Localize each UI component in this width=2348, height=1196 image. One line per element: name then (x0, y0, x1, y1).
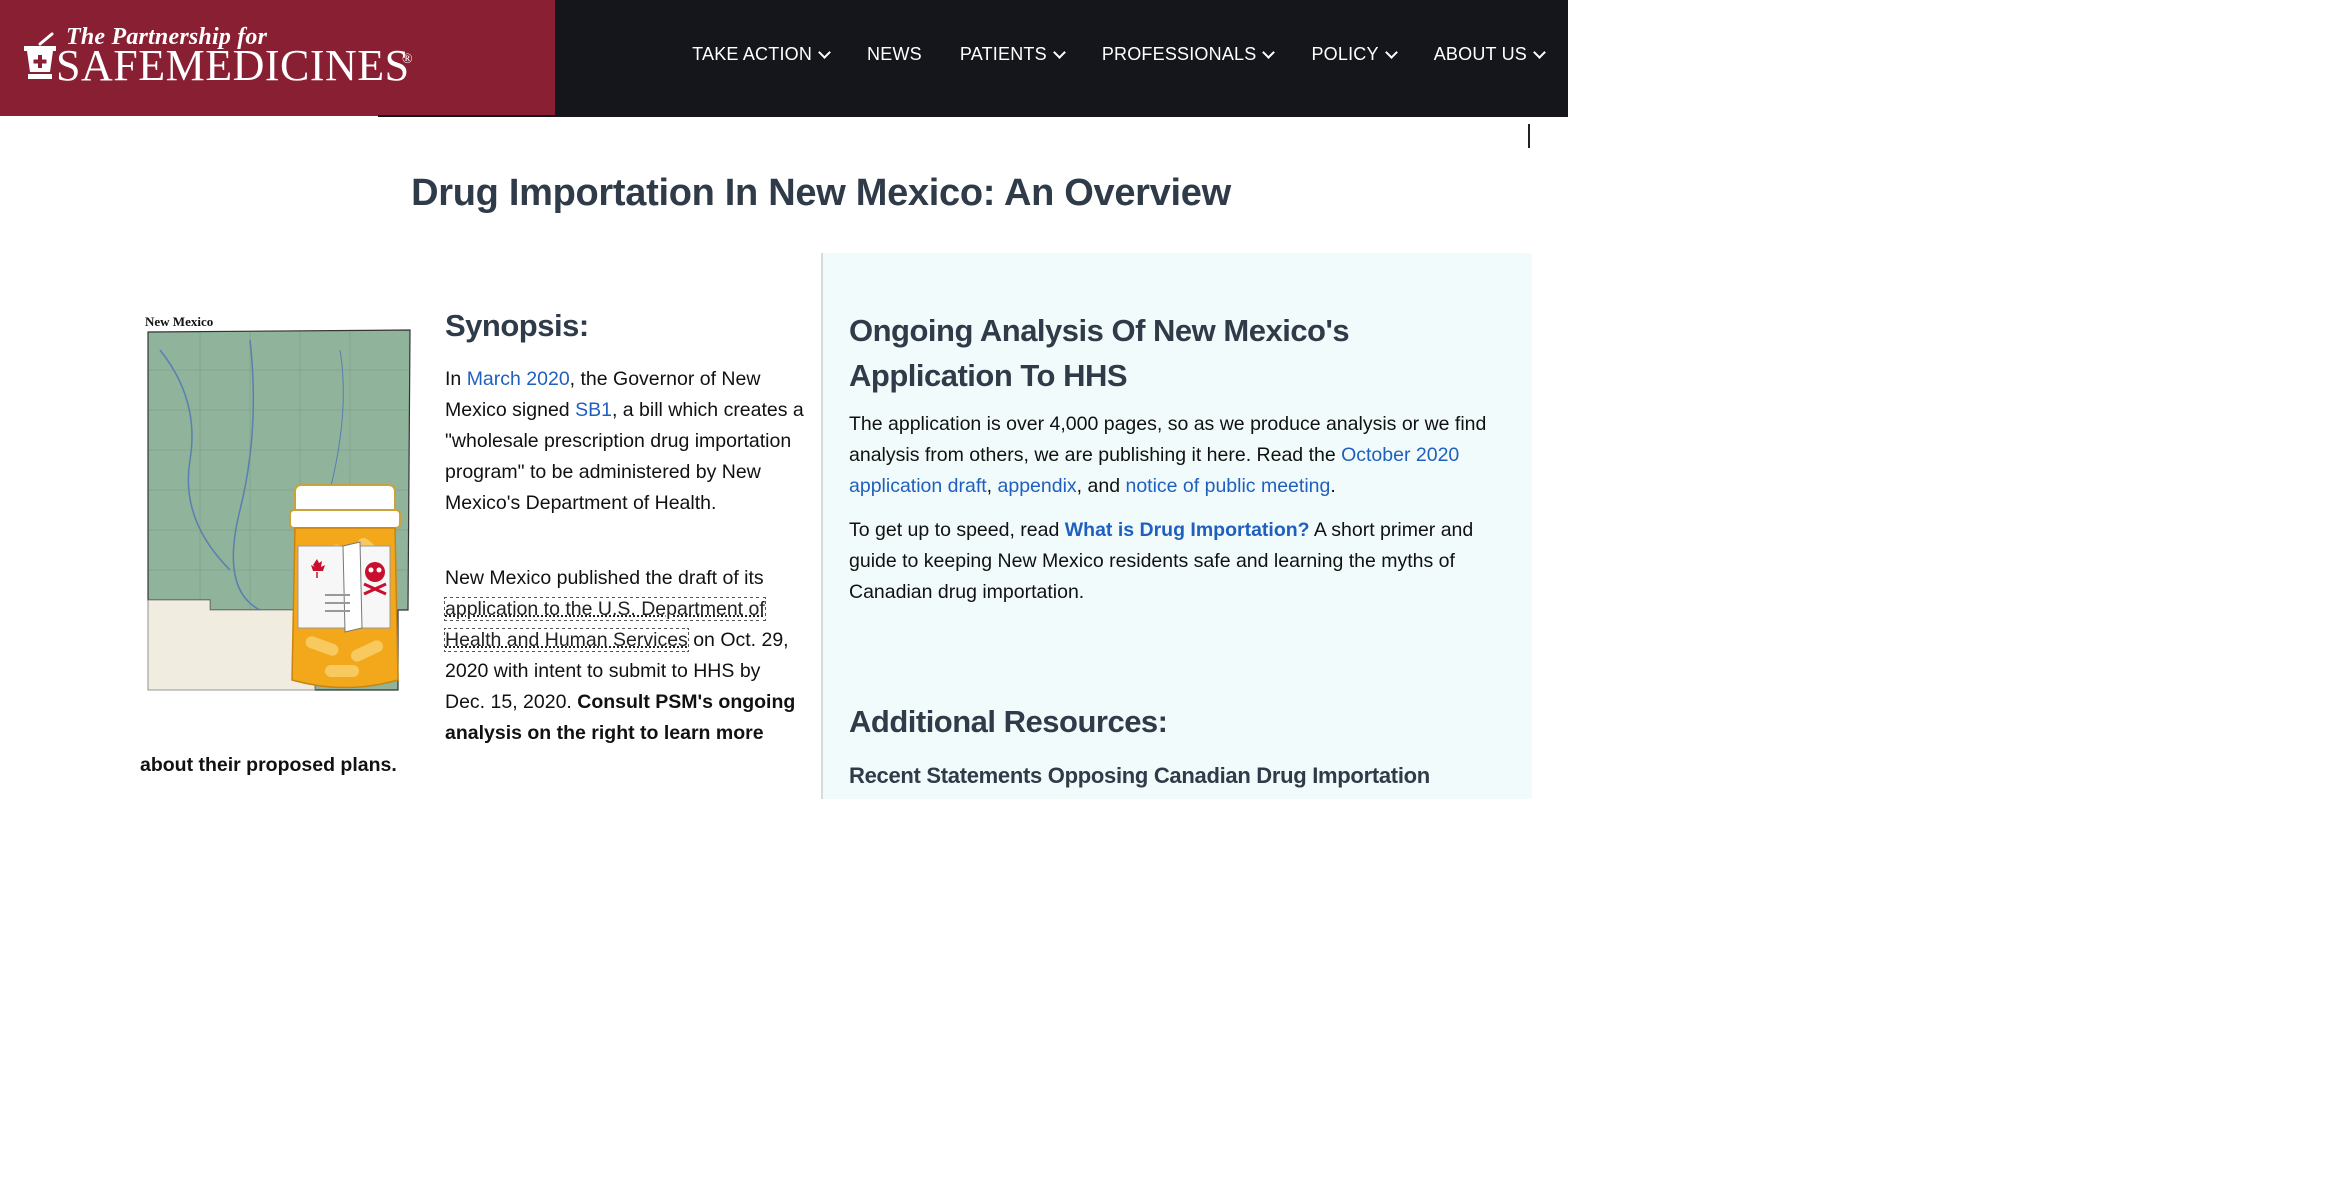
text-cursor (1528, 124, 1530, 148)
synopsis-callout-tail: about their proposed plans. (140, 754, 397, 776)
what-is-drug-importation-link[interactable]: What is Drug Importation? (1065, 519, 1310, 541)
site-header: The Partnership for SAFEMEDICINES ® TAKE… (0, 0, 1568, 116)
chevron-down-icon (1262, 45, 1276, 59)
text-span: New Mexico published the draft of its (445, 567, 764, 589)
nav-label: ABOUT US (1433, 44, 1527, 64)
analysis-paragraph-2: To get up to speed, read What is Drug Im… (849, 515, 1509, 608)
sb1-link[interactable]: SB1 (575, 399, 612, 421)
map-label: New Mexico (145, 314, 213, 329)
mortar-pestle-icon (24, 32, 56, 79)
additional-resources-heading: Additional Resources: (849, 704, 1168, 739)
chevron-down-icon (1533, 45, 1546, 59)
text-span: , (986, 475, 998, 497)
nav-label: POLICY (1311, 44, 1379, 64)
header-divider (378, 115, 1568, 117)
chevron-down-icon (1384, 45, 1398, 59)
nav-about-us[interactable]: ABOUT US (1433, 44, 1546, 65)
recent-statements-heading[interactable]: Recent Statements Opposing Canadian Drug… (849, 763, 1430, 789)
synopsis-paragraph-2: New Mexico published the draft of its ap… (444, 563, 805, 749)
nav-news[interactable]: NEWS (867, 44, 922, 65)
nav-label: TAKE ACTION (692, 44, 813, 64)
synopsis-heading: Synopsis: (445, 308, 589, 343)
text-span: To get up to speed, read (849, 519, 1065, 541)
nav-professionals[interactable]: PROFESSIONALS (1101, 44, 1276, 65)
analysis-heading: Ongoing Analysis Of New Mexico's Applica… (849, 313, 1350, 393)
logo-registered-mark: ® (402, 52, 413, 67)
nav-take-action[interactable]: TAKE ACTION (692, 44, 831, 65)
march-2020-link[interactable]: March 2020 (467, 368, 570, 390)
text-span: . (1330, 475, 1336, 497)
public-meeting-notice-link[interactable]: notice of public meeting (1125, 475, 1330, 497)
page-title: Drug Importation In New Mexico: An Overv… (411, 172, 1231, 214)
new-mexico-map-image: New Mexico (145, 314, 411, 691)
main-nav: TAKE ACTION NEWS PATIENTS PROFESSIONALS … (654, 44, 1546, 65)
nav-label: PATIENTS (959, 44, 1047, 64)
nav-label: NEWS (867, 44, 922, 64)
nav-patients[interactable]: PATIENTS (959, 44, 1066, 65)
text-span: , and (1076, 475, 1126, 497)
chevron-down-icon (1052, 45, 1066, 59)
text-span: In (445, 368, 467, 390)
chevron-down-icon (818, 45, 831, 59)
appendix-link[interactable]: appendix (998, 475, 1077, 497)
nav-policy[interactable]: POLICY (1311, 44, 1398, 65)
analysis-paragraph-1: The application is over 4,000 pages, so … (849, 409, 1509, 502)
logo-wordmark: SAFEMEDICINES (56, 41, 410, 90)
nav-label: PROFESSIONALS (1101, 44, 1257, 64)
site-logo[interactable]: The Partnership for SAFEMEDICINES ® (0, 0, 555, 116)
synopsis-paragraph-1: In March 2020, the Governor of New Mexic… (445, 364, 805, 519)
